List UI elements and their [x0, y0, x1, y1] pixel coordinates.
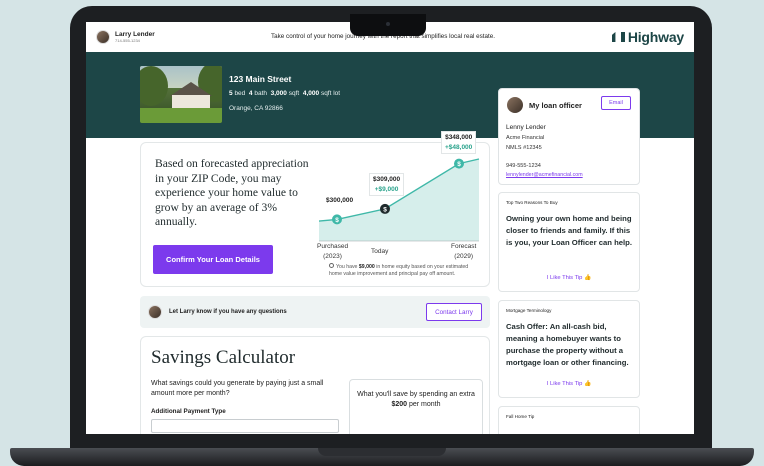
dollar-sign-icon: $: [383, 206, 387, 213]
loan-officer-nmls: NMLS #12345: [506, 145, 542, 151]
agent-info: Larry Lender 714-555-1234: [115, 31, 155, 43]
home-value-chart: $ $ $ $300,000 $309,000 +$9,000 $348,000 +$48,…: [317, 130, 487, 285]
tip-card: Fall Home Tip: [498, 406, 640, 434]
like-tip-button[interactable]: I Like This Tip 👍: [499, 275, 639, 281]
value-label: $309,000 +$9,000: [369, 172, 405, 196]
loan-officer-avatar: [507, 97, 523, 113]
highway-logo-icon: [611, 32, 616, 42]
agent-avatar: [96, 30, 110, 44]
property-address: 123 Main Street: [229, 74, 292, 84]
savings-question: What savings could you generate by payin…: [151, 380, 324, 397]
tip-card: Top Two Reasons To Buy Owning your own h…: [498, 192, 640, 292]
loan-officer-title: My loan officer: [529, 100, 582, 110]
tip-card: Mortgage Terminology Cash Offer: An all-…: [498, 300, 640, 398]
x-axis-label: Forecast (2029): [451, 243, 477, 260]
brand-name: Highway: [627, 29, 684, 45]
email-button[interactable]: Email: [601, 96, 631, 110]
property-specs: 5 bed 4 bath 3,000 sqft 4,000 sqft lot: [229, 90, 341, 97]
tip-body: Cash Offer: An all-cash bid, meaning a h…: [506, 322, 629, 367]
forecast-card: Based on forecasted appreciation in your…: [140, 130, 490, 287]
highway-logo-icon-bar: [620, 32, 625, 42]
value-label: $348,000 +$48,000: [441, 130, 477, 154]
tip-kicker: Top Two Reasons To Buy: [506, 200, 558, 205]
brand-logo[interactable]: Highway: [611, 29, 684, 45]
loan-officer-email-link[interactable]: lennylender@acmefinancial.com: [506, 172, 583, 178]
dollar-sign-icon: $: [335, 217, 339, 224]
savings-calculator: Savings Calculator What savings could yo…: [140, 336, 490, 434]
x-axis-label: Purchased (2023): [317, 243, 349, 260]
tip-body: Owning your own home and being closer to…: [506, 214, 633, 247]
laptop-screen: Larry Lender 714-555-1234 Take control o…: [86, 22, 694, 434]
agent-name: Larry Lender: [115, 31, 155, 38]
value-label: $300,000: [323, 195, 357, 207]
loan-officer-phone[interactable]: 949-555-1234: [506, 163, 541, 169]
property-city: Orange, CA 92866: [229, 105, 283, 112]
x-axis-label: Today: [371, 248, 389, 255]
forecast-text: Based on forecasted appreciation in your…: [155, 157, 309, 228]
payment-type-select[interactable]: [151, 419, 339, 433]
agent-phone: 714-555-1234: [115, 38, 140, 43]
savings-result-box: What you'll save by spending an extra $2…: [349, 379, 483, 434]
loan-officer-card: My loan officer Email Lenny Lender Acme …: [498, 88, 640, 185]
loan-officer-name: Lenny Lender: [506, 124, 546, 131]
contact-bar: Let Larry know if you have any questions…: [140, 296, 490, 328]
savings-title: Savings Calculator: [151, 347, 296, 368]
loan-officer-company: Acme Financial: [506, 135, 545, 141]
camera-icon: [386, 22, 390, 26]
laptop-notch: [350, 14, 426, 36]
equity-note: You have $9,000 in home equity based on …: [329, 263, 469, 277]
like-tip-button[interactable]: I Like This Tip 👍: [499, 381, 639, 387]
confirm-loan-details-button[interactable]: Confirm Your Loan Details: [153, 245, 273, 274]
info-icon: [329, 263, 334, 268]
payment-type-label: Additional Payment Type: [151, 408, 226, 415]
tip-kicker: Fall Home Tip: [506, 414, 535, 419]
laptop-base-notch: [318, 448, 446, 456]
contact-prompt: Let Larry know if you have any questions: [169, 309, 287, 315]
contact-larry-button[interactable]: Contact Larry: [426, 303, 482, 321]
agent-avatar-small: [148, 305, 162, 319]
property-photo: [140, 66, 222, 123]
dollar-sign-icon: $: [457, 161, 461, 168]
tip-kicker: Mortgage Terminology: [506, 308, 552, 313]
